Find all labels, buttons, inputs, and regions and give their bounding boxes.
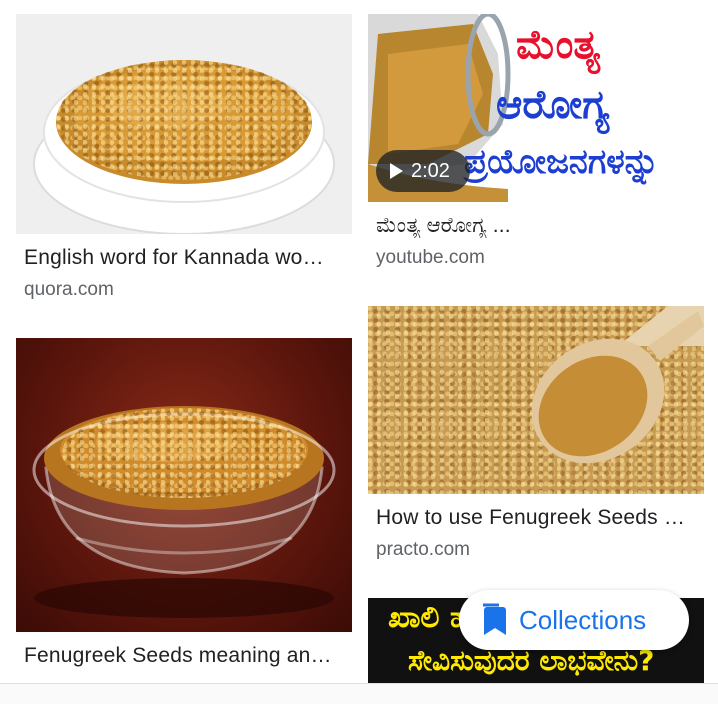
result-title[interactable]: English word for Kannada wo…	[24, 246, 342, 270]
overlay-line-2: ಆರೋಗ್ಯ	[496, 82, 610, 128]
collections-button[interactable]: Collections	[459, 590, 689, 650]
result-source[interactable]: quora.com	[24, 279, 114, 301]
video-duration: 2:02	[411, 159, 450, 182]
play-icon	[390, 163, 403, 179]
bottom-edge	[0, 683, 718, 704]
result-title[interactable]: ಮೆಂತ್ಯ ಆರೋಗ್ಯ ...	[376, 214, 696, 238]
wooden-scoop-image	[531, 306, 704, 464]
video-duration-badge[interactable]: 2:02	[376, 150, 470, 192]
result-thumbnail[interactable]	[368, 306, 704, 494]
result-thumbnail[interactable]	[16, 14, 352, 234]
collections-label: Collections	[519, 604, 647, 635]
overlay-line-3: ಪ್ರಯೋಜನಗಳನ್ನು	[464, 142, 659, 182]
result-source[interactable]: youtube.com	[376, 247, 485, 269]
video-thumbnail[interactable]: ಮೆಂತ್ಯ ಆರೋಗ್ಯ ಪ್ರಯೋಜನಗಳನ್ನು 2:02	[368, 14, 704, 202]
result-title[interactable]: How to use Fenugreek Seeds …	[376, 506, 696, 530]
result-thumbnail[interactable]	[16, 338, 352, 632]
overlay-line-1: ಮೆಂತ್ಯ	[516, 22, 601, 68]
result-title[interactable]: Fenugreek Seeds meaning an…	[24, 644, 342, 668]
seed-texture	[62, 408, 306, 498]
bookmark-icon	[483, 603, 506, 635]
result-source[interactable]: practo.com	[376, 539, 470, 561]
seed-texture	[56, 60, 312, 180]
